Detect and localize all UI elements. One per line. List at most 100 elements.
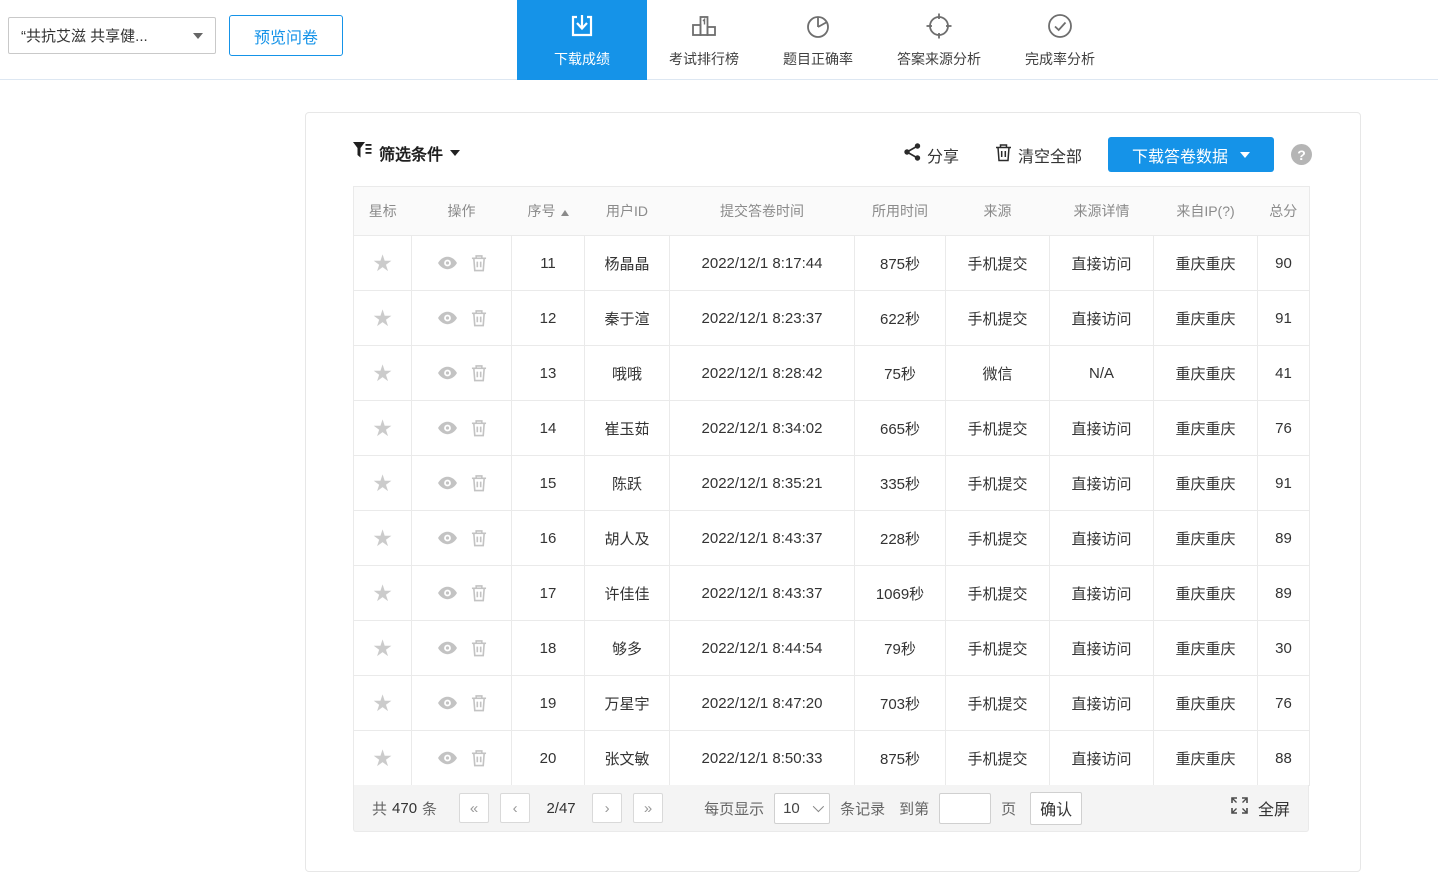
star-icon[interactable] <box>372 525 393 551</box>
star-icon[interactable] <box>372 250 393 276</box>
fullscreen-button[interactable]: 全屏 <box>1230 796 1290 820</box>
survey-select[interactable]: “共抗艾滋 共享健... <box>8 17 216 54</box>
duration-cell: 703秒 <box>855 676 946 731</box>
fullscreen-label: 全屏 <box>1258 796 1290 820</box>
star-icon[interactable] <box>372 690 393 716</box>
score-cell: 30 <box>1258 621 1310 676</box>
previous-page-button[interactable] <box>500 793 530 823</box>
view-icon[interactable] <box>437 751 458 765</box>
table-row: 19 万星宇 2022/12/1 8:47:20 703秒 手机提交 直接访问 … <box>354 676 1310 731</box>
ip-cell: 重庆重庆 <box>1154 236 1258 291</box>
star-cell <box>354 511 412 566</box>
actions-cell <box>412 291 512 346</box>
table-row: 13 哦哦 2022/12/1 8:28:42 75秒 微信 N/A 重庆重庆 … <box>354 346 1310 401</box>
col-user-id: 用户ID <box>585 187 670 236</box>
tab-label: 下载成绩 <box>554 49 610 69</box>
star-icon[interactable] <box>372 580 393 606</box>
ip-cell: 重庆重庆 <box>1154 456 1258 511</box>
score-cell: 89 <box>1258 511 1310 566</box>
tab-exam-ranking[interactable]: 考试排行榜 <box>647 0 761 80</box>
ip-cell: 重庆重庆 <box>1154 291 1258 346</box>
delete-icon[interactable] <box>471 694 487 712</box>
star-icon[interactable] <box>372 305 393 331</box>
last-page-button[interactable] <box>633 793 663 823</box>
goto-page-input[interactable] <box>939 793 991 824</box>
share-button[interactable]: 分享 <box>904 143 959 167</box>
actions-cell <box>412 456 512 511</box>
goto-label: 到第 <box>899 798 929 819</box>
score-cell: 76 <box>1258 401 1310 456</box>
view-icon[interactable] <box>437 641 458 655</box>
seq-cell: 19 <box>512 676 585 731</box>
download-answers-button[interactable]: 下载答卷数据 <box>1108 137 1274 172</box>
delete-icon[interactable] <box>471 584 487 602</box>
user-id-cell: 够多 <box>585 621 670 676</box>
view-icon[interactable] <box>437 586 458 600</box>
view-icon[interactable] <box>437 311 458 325</box>
star-cell <box>354 456 412 511</box>
delete-icon[interactable] <box>471 419 487 437</box>
fullscreen-icon <box>1230 796 1249 820</box>
ip-cell: 重庆重庆 <box>1154 566 1258 621</box>
ip-cell: 重庆重庆 <box>1154 621 1258 676</box>
delete-icon[interactable] <box>471 529 487 547</box>
col-star: 星标 <box>354 187 412 236</box>
delete-icon[interactable] <box>471 639 487 657</box>
confirm-button[interactable]: 确认 <box>1030 792 1082 825</box>
next-page-button[interactable] <box>592 793 622 823</box>
star-icon[interactable] <box>372 470 393 496</box>
delete-icon[interactable] <box>471 309 487 327</box>
duration-cell: 228秒 <box>855 511 946 566</box>
source-detail-cell: N/A <box>1050 346 1154 401</box>
survey-select-value: “共抗艾滋 共享健... <box>21 25 193 46</box>
view-icon[interactable] <box>437 696 458 710</box>
col-seq-sortable[interactable]: 序号 <box>512 187 585 236</box>
download-answers-label: 下载答卷数据 <box>1132 143 1228 167</box>
table-row: 15 陈跃 2022/12/1 8:35:21 335秒 手机提交 直接访问 重… <box>354 456 1310 511</box>
table-header-row: 星标 操作 序号 用户ID 提交答卷时间 所用时间 来源 来源详情 来自IP(?… <box>354 187 1310 236</box>
filter-label: 筛选条件 <box>379 141 443 165</box>
delete-icon[interactable] <box>471 254 487 272</box>
tab-question-accuracy[interactable]: 题目正确率 <box>761 0 875 80</box>
help-icon[interactable] <box>1291 144 1312 165</box>
duration-cell: 75秒 <box>855 346 946 401</box>
star-icon[interactable] <box>372 635 393 661</box>
delete-icon[interactable] <box>471 474 487 492</box>
chevron-down-icon <box>813 801 824 812</box>
view-icon[interactable] <box>437 421 458 435</box>
star-icon[interactable] <box>372 745 393 771</box>
preview-survey-button[interactable]: 预览问卷 <box>229 15 343 56</box>
toolbar-actions: 分享 清空全部 下载答卷数据 <box>904 137 1312 172</box>
tab-bar: 下载成绩 考试排行榜 题目正确率 <box>517 0 1117 80</box>
view-icon[interactable] <box>437 366 458 380</box>
view-icon[interactable] <box>437 256 458 270</box>
view-icon[interactable] <box>437 531 458 545</box>
table-row: 14 崔玉茹 2022/12/1 8:34:02 665秒 手机提交 直接访问 … <box>354 401 1310 456</box>
tab-completion-rate-analysis[interactable]: 完成率分析 <box>1003 0 1117 80</box>
tab-answer-source-analysis[interactable]: 答案来源分析 <box>875 0 1003 80</box>
chevron-down-icon <box>450 150 460 156</box>
delete-icon[interactable] <box>471 749 487 767</box>
actions-cell <box>412 676 512 731</box>
star-icon[interactable] <box>372 360 393 386</box>
clear-all-button[interactable]: 清空全部 <box>995 143 1082 167</box>
star-cell <box>354 731 412 786</box>
star-icon[interactable] <box>372 415 393 441</box>
duration-cell: 622秒 <box>855 291 946 346</box>
pie-chart-icon <box>804 11 832 41</box>
per-page-select[interactable]: 10 <box>774 793 830 824</box>
score-cell: 41 <box>1258 346 1310 401</box>
score-cell: 91 <box>1258 291 1310 346</box>
table-row: 20 张文敏 2022/12/1 8:50:33 875秒 手机提交 直接访问 … <box>354 731 1310 786</box>
tab-download-scores[interactable]: 下载成绩 <box>517 0 647 80</box>
delete-icon[interactable] <box>471 364 487 382</box>
duration-cell: 335秒 <box>855 456 946 511</box>
view-icon[interactable] <box>437 476 458 490</box>
seq-cell: 17 <box>512 566 585 621</box>
first-page-button[interactable] <box>459 793 489 823</box>
source-cell: 手机提交 <box>946 731 1050 786</box>
filter-conditions-button[interactable]: 筛选条件 <box>353 141 460 165</box>
download-icon <box>568 11 596 41</box>
tab-label: 完成率分析 <box>1025 49 1095 69</box>
actions-cell <box>412 731 512 786</box>
